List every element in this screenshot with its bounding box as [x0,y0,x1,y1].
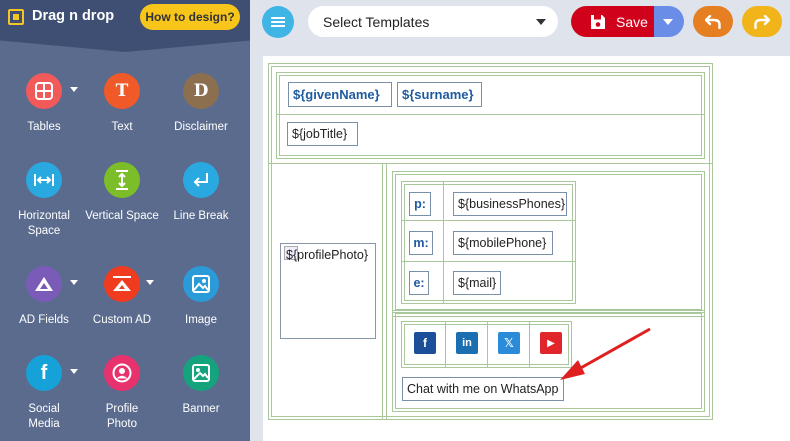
tool-disclaimer[interactable]: D Disclaimer [159,73,243,135]
column-divider [529,321,530,368]
template-select-value: Select Templates [323,13,430,30]
ad-fields-icon [26,266,62,302]
save-dropdown-button[interactable] [654,6,684,37]
row-divider [268,163,713,164]
chevron-down-icon [663,19,673,25]
tool-ad-fields[interactable]: AD Fields [2,266,86,328]
undo-icon [705,14,721,29]
table-grid-icon [26,73,62,109]
tool-horizontal-space[interactable]: Horizontal Space [2,162,86,239]
whatsapp-link[interactable]: Chat with me on WhatsApp [402,377,564,401]
redo-button[interactable] [742,6,782,37]
tool-label: Horizontal Space [18,210,70,237]
business-phone-field[interactable]: ${businessPhones} [453,192,567,216]
job-title-field[interactable]: ${jobTitle} [287,122,358,146]
save-button[interactable]: Save [571,6,654,37]
tool-image[interactable]: Image [159,266,243,328]
tool-label: Profile Photo [105,403,139,430]
surname-field[interactable]: ${surname} [397,82,482,107]
profile-photo-alt: ${profilePhoto} [286,248,369,262]
redo-icon [754,14,770,29]
app-logo-icon [8,9,24,25]
tool-label: Disclaimer [174,121,228,133]
column-divider [445,321,446,368]
menu-bar [271,25,285,27]
tool-social-media[interactable]: f Social Media [2,355,86,432]
chevron-down-icon[interactable] [70,369,78,374]
tool-custom-ad[interactable]: Custom AD [80,266,164,328]
chevron-down-icon[interactable] [146,280,154,285]
app-title: Drag n drop [32,8,115,24]
linkedin-icon[interactable]: in [456,332,478,354]
hamburger-menu-button[interactable] [262,6,294,38]
image-icon [183,266,219,302]
profile-photo-placeholder[interactable]: ${profilePhoto} [280,243,376,339]
template-select[interactable]: Select Templates [308,6,558,37]
profile-photo-icon [104,355,140,391]
facebook-icon[interactable]: f [414,332,436,354]
line-break-icon [183,162,219,198]
mobile-label: m: [409,231,433,255]
column-divider [443,181,444,304]
chevron-down-icon[interactable] [70,280,78,285]
tool-label: Vertical Space [85,210,159,222]
tool-label: Line Break [173,210,229,222]
sidebar: Drag n drop How to design? Tables T Text… [0,0,250,441]
annotation-arrow [560,327,651,380]
disclaimer-D-icon: D [183,73,219,109]
floppy-disk-icon [591,14,605,29]
menu-bar [271,21,285,23]
given-name-field[interactable]: ${givenName} [288,82,392,107]
row-divider [401,220,576,221]
tool-vertical-space[interactable]: Vertical Space [80,162,164,224]
tool-label: Tables [27,121,61,133]
x-twitter-icon[interactable]: 𝕏 [498,332,520,354]
text-T-icon: T [104,73,140,109]
column-divider [487,321,488,368]
column-divider [386,164,387,420]
column-divider [382,164,383,420]
chevron-down-icon[interactable] [70,87,78,92]
chevron-down-icon [536,19,546,25]
tool-banner[interactable]: Banner [159,355,243,417]
menu-bar [271,17,285,19]
tool-label: Text [111,121,133,133]
banner-icon [183,355,219,391]
facebook-icon: f [26,355,62,391]
row-divider [401,261,576,262]
tool-tables[interactable]: Tables [2,73,86,135]
tool-label: Social Media [28,403,60,430]
mobile-phone-field[interactable]: ${mobilePhone} [453,231,553,255]
design-canvas[interactable]: ${givenName} ${surname} ${jobTitle} ${pr… [263,56,790,441]
row-divider [276,114,705,115]
tool-profile-photo[interactable]: Profile Photo [80,355,164,432]
tool-label: Image [185,314,217,326]
horizontal-space-icon [26,162,62,198]
email-field[interactable]: ${mail} [453,271,501,295]
how-to-design-button[interactable]: How to design? [140,4,240,30]
undo-button[interactable] [693,6,733,37]
tool-line-break[interactable]: Line Break [159,162,243,224]
phone-label: p: [409,192,431,216]
custom-ad-icon [104,266,140,302]
tool-text[interactable]: T Text [80,73,164,135]
tool-label: Custom AD [92,314,152,326]
vertical-space-icon [104,162,140,198]
email-label: e: [409,271,429,295]
tool-label: Banner [182,403,220,415]
save-label: Save [616,13,648,30]
tool-label: AD Fields [19,314,69,326]
